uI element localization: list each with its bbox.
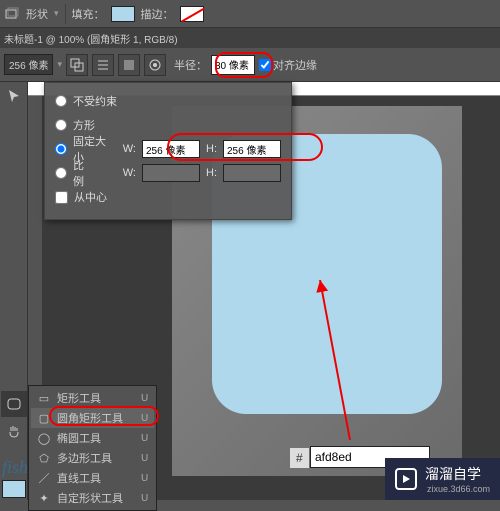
tools-panel: [0, 82, 28, 500]
opt-ratio[interactable]: 比例 W: H:: [55, 161, 281, 185]
color-hash-label: #: [290, 448, 309, 468]
shape-tool-flyout: ▭ 矩形工具U ▢ 圆角矩形工具U ◯ 椭圆工具U ⬠ 多边形工具U ／ 直线工…: [28, 385, 157, 511]
chevron-down-icon: ▾: [57, 59, 62, 70]
align-edges-check[interactable]: [259, 59, 271, 71]
rect-icon: ▭: [37, 391, 51, 405]
height-label: H:: [206, 143, 217, 155]
arrange-icon[interactable]: [118, 54, 140, 76]
height-input[interactable]: [223, 140, 281, 158]
document-title-bar: 未标题-1 @ 100% (圆角矩形 1, RGB/8): [0, 28, 500, 48]
align-icon[interactable]: [92, 54, 114, 76]
stroke-label: 描边：: [141, 6, 174, 22]
fill-label: 填充：: [72, 6, 105, 22]
chevron-down-icon: ▾: [54, 8, 59, 19]
opt-unconstrained[interactable]: 不受约束: [55, 89, 281, 113]
align-edges-checkbox[interactable]: 对齐边缘: [259, 57, 317, 73]
ratio-w-input: [142, 164, 200, 182]
radius-input[interactable]: [211, 55, 255, 75]
foreground-color-swatch[interactable]: [2, 480, 26, 498]
shape-mode-dropdown[interactable]: 形状: [26, 6, 48, 22]
rounded-rect-icon: ▢: [37, 411, 51, 425]
align-edges-label: 对齐边缘: [273, 57, 317, 73]
flyout-rounded-rect-tool[interactable]: ▢ 圆角矩形工具U: [31, 408, 154, 428]
gear-icon[interactable]: [144, 54, 166, 76]
ratio-h-input: [223, 164, 281, 182]
size-preset-dropdown[interactable]: 256 像素: [4, 54, 53, 75]
stroke-color-swatch[interactable]: [180, 6, 204, 22]
shape-tool[interactable]: [1, 391, 27, 417]
play-icon: [395, 468, 417, 490]
move-tool[interactable]: [1, 83, 27, 109]
document-title: 未标题-1 @ 100% (圆角矩形 1, RGB/8): [4, 31, 178, 46]
shape-size-popover: 不受约束 方形 固定大小 W: H: 比例 W: H: 从中心: [44, 82, 292, 220]
flyout-custom-shape-tool[interactable]: ✦ 自定形状工具U: [31, 488, 154, 508]
flyout-rect-tool[interactable]: ▭ 矩形工具U: [31, 388, 154, 408]
line-icon: ／: [37, 471, 51, 485]
layers-icon: [4, 6, 20, 22]
site-watermark: 溜溜自学 zixue.3d66.com: [385, 458, 500, 500]
flyout-line-tool[interactable]: ／ 直线工具U: [31, 468, 154, 488]
custom-shape-icon: ✦: [37, 491, 51, 505]
flyout-polygon-tool[interactable]: ⬠ 多边形工具U: [31, 448, 154, 468]
path-combine-icon[interactable]: [66, 54, 88, 76]
top-options-bar: 形状 ▾ 填充： 描边：: [0, 0, 500, 28]
watermark-url: zixue.3d66.com: [427, 484, 490, 494]
flyout-ellipse-tool[interactable]: ◯ 椭圆工具U: [31, 428, 154, 448]
polygon-icon: ⬠: [37, 451, 51, 465]
shape-options-bar: 256 像素 ▾ 半径： 对齐边缘: [0, 48, 500, 82]
fish-watermark: fish: [2, 457, 28, 478]
width-input[interactable]: [142, 140, 200, 158]
opt-from-center[interactable]: 从中心: [55, 185, 281, 209]
width-label: W:: [123, 143, 136, 155]
hand-tool[interactable]: [1, 418, 27, 444]
fill-color-swatch[interactable]: [111, 6, 135, 22]
watermark-brand: 溜溜自学: [425, 464, 490, 484]
ellipse-icon: ◯: [37, 431, 51, 445]
radius-label: 半径：: [174, 57, 207, 73]
